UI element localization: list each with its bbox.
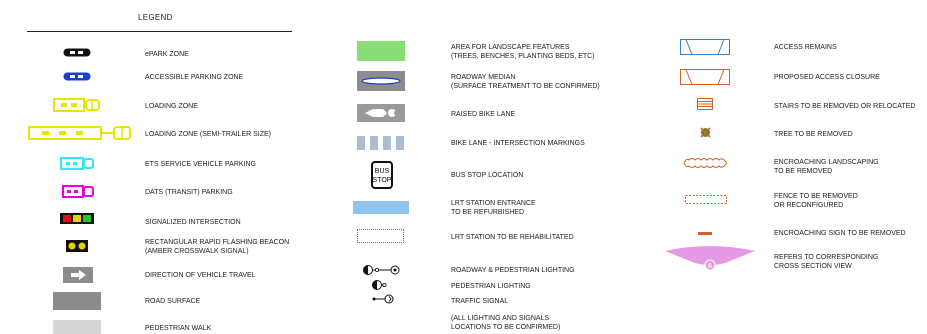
- label-encroaching-sign: ENCROACHING SIGN TO BE REMOVED: [774, 230, 906, 237]
- label-pedestrian-walk: PEDESTRIAN WALK: [145, 325, 212, 332]
- label-landscape-line2: (TREES, BENCHES, PLANTING BEDS, ETC): [451, 53, 595, 60]
- label-roadway-median: ROADWAY MEDIAN (SURFACE TREATMENT TO BE …: [451, 73, 600, 91]
- label-dats-parking: DATS (TRANSIT) PARKING: [145, 189, 233, 196]
- access-closure-symbol: [680, 69, 730, 85]
- ets-service-parking-symbol: [60, 157, 94, 170]
- label-rrfb-beacon: RECTANGULAR RAPID FLASHING BEACON (AMBER…: [145, 238, 289, 256]
- lrt-entrance-swatch: [353, 201, 409, 214]
- bus-stop-sign-line1: BUS: [375, 168, 390, 175]
- bike-lane-intersection-symbol: [357, 136, 405, 150]
- label-cross-section-line1: REFERS TO CORRESPONDING: [774, 254, 879, 261]
- label-access-closure: PROPOSED ACCESS CLOSURE: [774, 74, 880, 81]
- rrfb-beacon-symbol: [66, 240, 88, 252]
- label-signalized-intersection: SIGNALIZED INTERSECTION: [145, 219, 241, 226]
- cross-section-marker: A: [665, 243, 755, 273]
- label-road-surface: ROAD SURFACE: [145, 298, 201, 305]
- label-lrt-entrance: LRT STATION ENTRANCE TO BE REFURBISHED: [451, 199, 536, 217]
- access-remains-symbol: [680, 39, 730, 55]
- label-lighting-note-line2: LOCATIONS TO BE CONFIRMED): [451, 324, 561, 331]
- fence-removed-symbol: [685, 195, 727, 205]
- encroaching-sign-symbol: [698, 232, 712, 235]
- legend-title: LEGEND: [138, 13, 173, 22]
- label-lrt-entrance-line1: LRT STATION ENTRANCE: [451, 200, 536, 207]
- label-lighting-note-line1: (ALL LIGHTING AND SIGNALS: [451, 315, 550, 322]
- label-traffic-signal: TRAFFIC SIGNAL: [451, 298, 509, 305]
- loading-zone-semi-symbol: [28, 125, 132, 141]
- label-bus-stop: BUS STOP LOCATION: [451, 172, 524, 179]
- pedestrian-lighting-icon: [371, 279, 387, 291]
- label-fence-removed: FENCE TO BE REMOVED OR RECONFIGURED: [774, 192, 858, 210]
- dats-parking-symbol: [62, 185, 94, 198]
- accessible-parking-symbol: [63, 72, 91, 81]
- label-epark-zone: ePARK ZONE: [145, 51, 189, 58]
- label-roadway-pedestrian-lighting: ROADWAY & PEDESTRIAN LIGHTING: [451, 267, 575, 274]
- tree-removed-icon: [700, 127, 711, 138]
- bus-stop-sign: BUS STOP: [371, 161, 393, 189]
- cross-section-letter: A: [708, 263, 713, 270]
- label-encroaching-landscaping-line2: TO BE REMOVED: [774, 168, 833, 175]
- label-median-line2: (SURFACE TREATMENT TO BE CONFIRMED): [451, 83, 600, 90]
- lrt-rehab-swatch: [357, 229, 404, 243]
- loading-zone-symbol: [53, 98, 101, 112]
- label-loading-zone: LOADING ZONE: [145, 103, 198, 110]
- label-loading-zone-semi: LOADING ZONE (SEMI-TRAILER SIZE): [145, 131, 272, 138]
- label-ets-service-parking: ETS SERVICE VEHICLE PARKING: [145, 161, 256, 168]
- road-surface-swatch: [53, 292, 101, 310]
- label-cross-section-line2: CROSS SECTION VIEW: [774, 263, 852, 270]
- roadway-pedestrian-lighting-icon: [362, 264, 402, 276]
- label-landscape-area: AREA FOR LANDSCAPE FEATURES (TREES, BENC…: [451, 43, 595, 61]
- bus-stop-sign-line2: STOP: [373, 177, 392, 184]
- label-cross-section: REFERS TO CORRESPONDING CROSS SECTION VI…: [774, 253, 878, 271]
- label-access-remains: ACCESS REMAINS: [774, 44, 837, 51]
- label-encroaching-landscaping-line1: ENCROACHING LANDSCAPING: [774, 159, 879, 166]
- encroaching-landscaping-symbol: [682, 157, 728, 169]
- label-tree-removed: TREE TO BE REMOVED: [774, 131, 853, 138]
- stairs-removed-icon: [697, 98, 713, 110]
- label-stairs-removed: STAIRS TO BE REMOVED OR RELOCATED: [774, 103, 916, 110]
- pedestrian-walk-swatch: [53, 320, 101, 334]
- label-accessible-parking: ACCESSIBLE PARKING ZONE: [145, 74, 244, 81]
- raised-bike-lane-symbol: [357, 104, 405, 122]
- label-rrfb-line1: RECTANGULAR RAPID FLASHING BEACON: [145, 239, 290, 246]
- label-fence-line2: OR RECONFIGURED: [774, 202, 844, 209]
- label-encroaching-landscaping: ENCROACHING LANDSCAPING TO BE REMOVED: [774, 158, 879, 176]
- label-rrfb-line2: (AMBER CROSSWALK SIGNAL): [145, 248, 249, 255]
- title-divider: [27, 31, 292, 32]
- direction-arrow-symbol: [63, 267, 93, 283]
- label-direction-of-travel: DIRECTION OF VEHICLE TRAVEL: [145, 272, 256, 279]
- epark-zone-symbol: [63, 48, 91, 57]
- traffic-signal-icon: [372, 293, 396, 305]
- label-pedestrian-lighting: PEDESTRIAN LIGHTING: [451, 283, 531, 290]
- label-lrt-rehabilitated: LRT STATION TO BE REHABILITATED: [451, 234, 574, 241]
- landscape-area-swatch: [357, 41, 405, 61]
- label-fence-line1: FENCE TO BE REMOVED: [774, 193, 858, 200]
- signalized-intersection-symbol: [60, 213, 94, 224]
- label-raised-bike-lane: RAISED BIKE LANE: [451, 111, 516, 118]
- label-lighting-note: (ALL LIGHTING AND SIGNALS LOCATIONS TO B…: [451, 314, 560, 332]
- label-landscape-line1: AREA FOR LANDSCAPE FEATURES: [451, 44, 570, 51]
- label-median-line1: ROADWAY MEDIAN: [451, 74, 516, 81]
- label-lrt-entrance-line2: TO BE REFURBISHED: [451, 209, 524, 216]
- label-bike-lane-intersection: BIKE LANE - INTERSECTION MARKINGS: [451, 140, 585, 147]
- roadway-median-symbol: [357, 71, 405, 91]
